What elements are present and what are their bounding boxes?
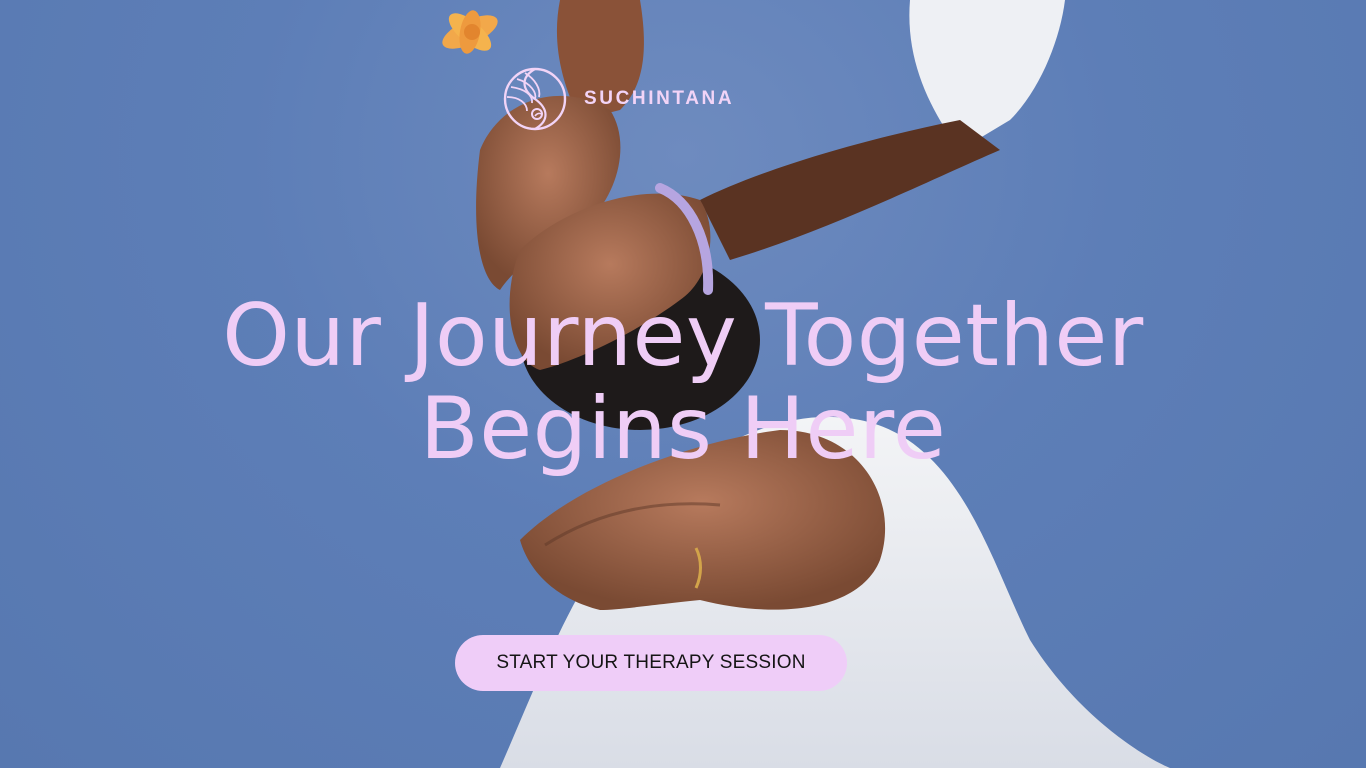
hero-headline-line-1: Our Journey Together: [222, 286, 1144, 386]
hero-section: SUCHINTANA Our Journey Together Begins H…: [0, 0, 1366, 768]
hero-headline: Our Journey Together Begins Here: [0, 290, 1366, 476]
hero-headline-line-2: Begins Here: [419, 379, 947, 479]
start-therapy-session-button[interactable]: START YOUR THERAPY SESSION: [455, 635, 847, 691]
brand[interactable]: SUCHINTANA: [503, 67, 734, 131]
yin-yang-wave-icon: [503, 67, 567, 131]
brand-name: SUCHINTANA: [584, 88, 735, 109]
